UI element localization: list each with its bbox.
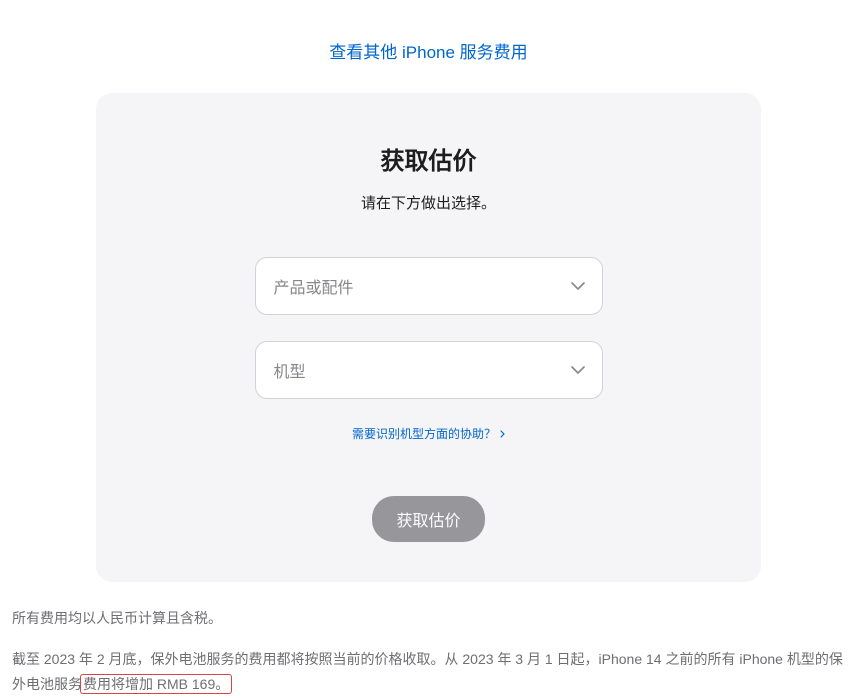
model-select-wrapper: 机型 [255, 341, 603, 399]
other-service-fees-link[interactable]: 查看其他 iPhone 服务费用 [329, 43, 527, 62]
price-increase-highlight: 费用将增加 RMB 169。 [80, 674, 232, 694]
top-service-link-container: 查看其他 iPhone 服务费用 [0, 0, 857, 93]
chevron-right-icon [500, 430, 505, 438]
model-select[interactable]: 机型 [255, 341, 603, 399]
product-select-wrapper: 产品或配件 [255, 257, 603, 315]
card-title: 获取估价 [136, 141, 721, 176]
footer-text: 所有费用均以人民币计算且含税。 截至 2023 年 2 月底，保外电池服务的费用… [0, 582, 857, 698]
estimate-card: 获取估价 请在下方做出选择。 产品或配件 机型 需要识别机型方面的协助？ 获取估… [96, 93, 761, 582]
footer-price-note: 截至 2023 年 2 月底，保外电池服务的费用都将按照当前的价格收取。从 20… [12, 647, 845, 697]
help-link-label: 需要识别机型方面的协助？ [352, 425, 496, 442]
get-estimate-button[interactable]: 获取估价 [372, 496, 484, 542]
footer-tax-note: 所有费用均以人民币计算且含税。 [12, 606, 845, 631]
card-subtitle: 请在下方做出选择。 [136, 192, 721, 213]
identify-model-help-link[interactable]: 需要识别机型方面的协助？ [352, 425, 505, 442]
product-select[interactable]: 产品或配件 [255, 257, 603, 315]
